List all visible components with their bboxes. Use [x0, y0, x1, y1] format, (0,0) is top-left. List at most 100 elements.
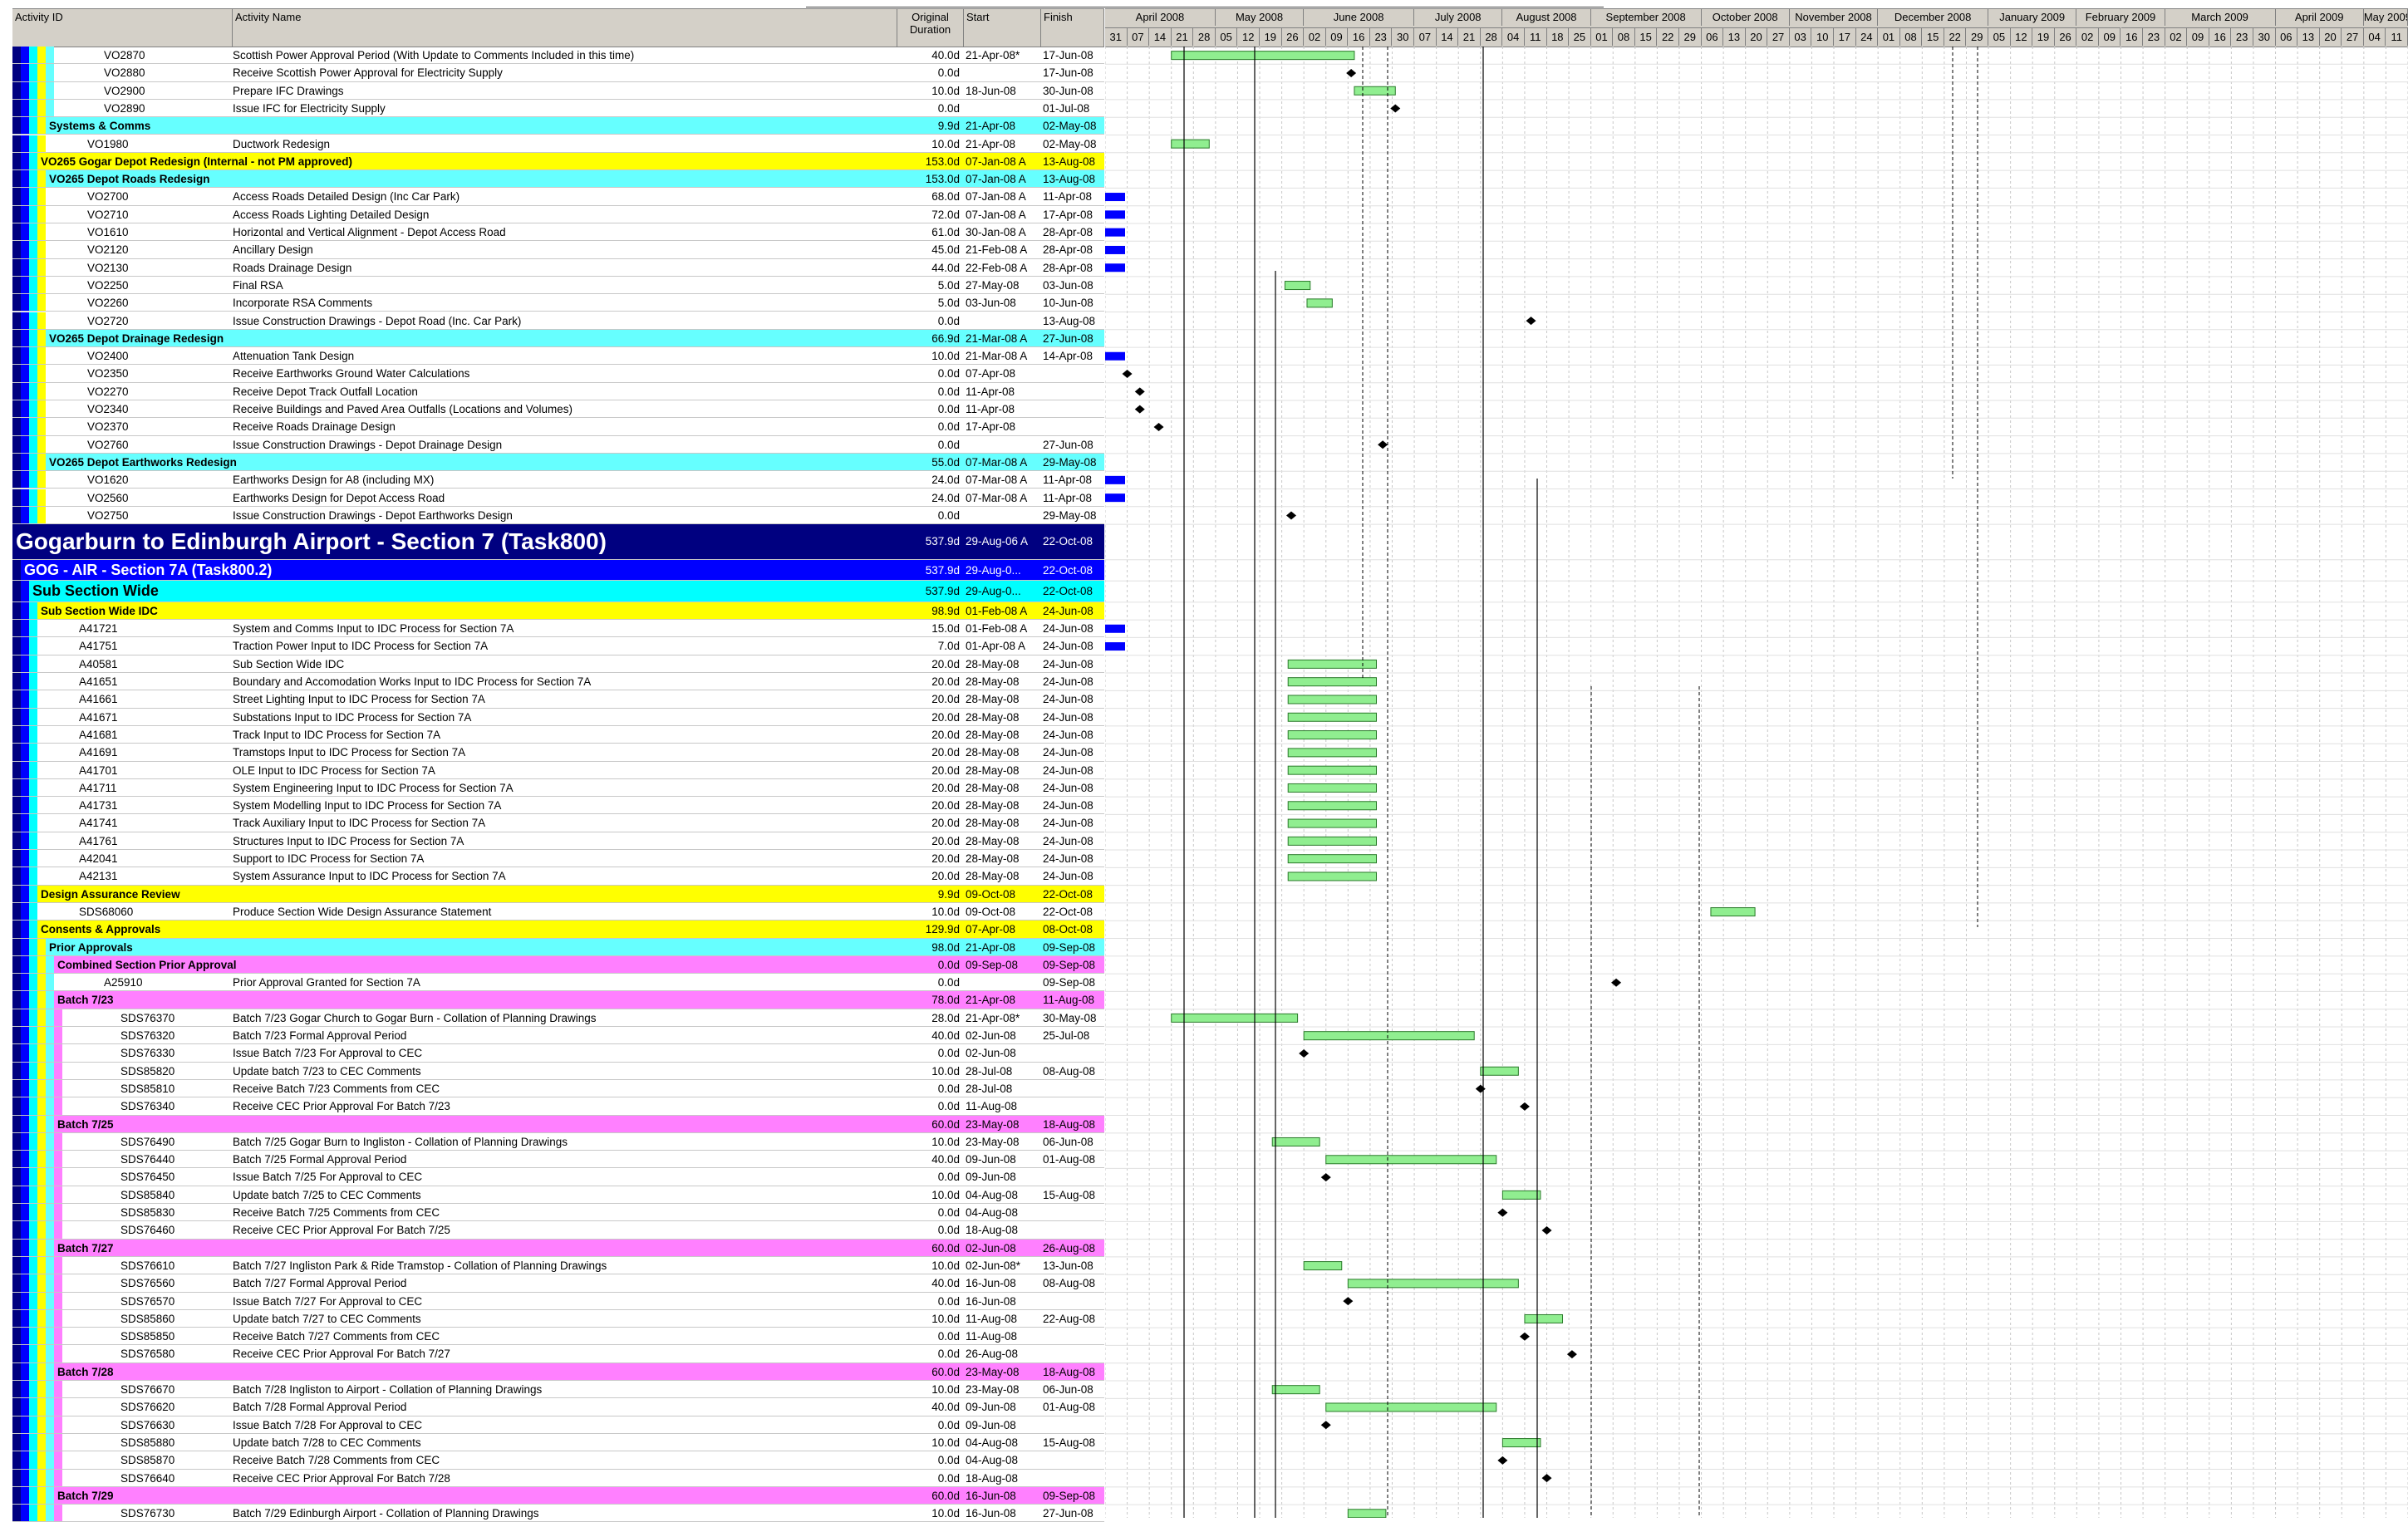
activity-row[interactable]: SDS76460 Receive CEC Prior Approval For B… [12, 1221, 1104, 1240]
activity-row[interactable]: SDS76630 Issue Batch 7/28 For Approval to… [12, 1416, 1104, 1434]
wbs-group-row[interactable]: Sub Section Wide IDC 98.9d 01-Feb-08 A 24-J… [12, 601, 1104, 621]
wbs-group-row[interactable]: VO265 Depot Roads Redesign 153.0d 07-Jan-0… [12, 170, 1104, 189]
activity-row[interactable]: VO2560 Earthworks Design for Depot Access… [12, 489, 1104, 507]
activity-row[interactable]: VO1620 Earthworks Design for A8 (includin… [12, 471, 1104, 489]
wbs-band [21, 581, 29, 601]
activity-id: SDS76570 [120, 1294, 175, 1308]
timeline-week: 23 [2231, 27, 2253, 46]
activity-row[interactable]: VO1610 Horizontal and Vertical Alignment … [12, 223, 1104, 242]
activity-row[interactable]: SDS76330 Issue Batch 7/23 For Approval to… [12, 1044, 1104, 1063]
activity-id: VO2130 [87, 261, 129, 274]
activity-row[interactable]: SDS76570 Issue Batch 7/27 For Approval to… [12, 1292, 1104, 1310]
wbs-group-row[interactable]: Combined Section Prior Approval 0.0d 09-Se… [12, 955, 1104, 975]
activity-row[interactable]: VO2700 Access Roads Detailed Design (Inc … [12, 188, 1104, 206]
activity-duration: 537.9d [925, 585, 960, 598]
activity-row[interactable]: A41751 Traction Power Input to IDC Proces… [12, 637, 1104, 655]
activity-row[interactable]: A41681 Track Input to IDC Process for Sec… [12, 725, 1104, 744]
activity-row[interactable]: SDS85860 Update batch 7/27 to CEC Comment… [12, 1309, 1104, 1328]
activity-row[interactable]: VO2880 Receive Scottish Power Approval fo… [12, 64, 1104, 82]
activity-row[interactable]: SDS76370 Batch 7/23 Gogar Church to Gogar… [12, 1009, 1104, 1028]
activity-row[interactable]: A41671 Substations Input to IDC Process f… [12, 708, 1104, 726]
activity-row[interactable]: VO2250 Final RSA 5.0d 27-May-08 03-Jun-08 [12, 276, 1104, 295]
activity-row[interactable]: A40581 Sub Section Wide IDC 20.0d 28-May-08… [12, 655, 1104, 674]
activity-id: A25910 [104, 976, 143, 989]
activity-row[interactable]: VO2900 Prepare IFC Drawings 10.0d 18-Jun-08… [12, 81, 1104, 100]
wbs-group-row[interactable]: Batch 7/27 60.0d 02-Jun-08 26-Aug-08 [12, 1239, 1104, 1257]
activity-row[interactable]: SDS76320 Batch 7/23 Formal Approval Perio… [12, 1027, 1104, 1045]
wbs-group-row[interactable]: Systems & Comms 9.9d 21-Apr-08 02-May-08 [12, 117, 1104, 135]
activity-row[interactable]: SDS85880 Update batch 7/28 to CEC Comment… [12, 1433, 1104, 1452]
activity-row[interactable]: VO1980 Ductwork Redesign 10.0d 21-Apr-08 02-… [12, 135, 1104, 153]
activity-row[interactable]: A41661 Street Lighting Input to IDC Proce… [12, 690, 1104, 709]
wbs-group-row[interactable]: Prior Approvals 98.0d 21-Apr-08 09-Sep-08 [12, 938, 1104, 956]
activity-row[interactable]: SDS76440 Batch 7/25 Formal Approval Perio… [12, 1151, 1104, 1169]
activity-row[interactable]: A25910 Prior Approval Granted for Section… [12, 974, 1104, 992]
activity-row[interactable]: A42131 System Assurance Input to IDC Proc… [12, 867, 1104, 886]
activity-row[interactable]: SDS76670 Batch 7/28 Ingliston to Airport … [12, 1381, 1104, 1399]
activity-row[interactable]: VO2130 Roads Drainage Design 44.0d 22-Feb-0… [12, 258, 1104, 277]
activity-row[interactable]: A41741 Track Auxiliary Input to IDC Proce… [12, 814, 1104, 832]
activity-row[interactable]: VO2720 Issue Construction Drawings - Depo… [12, 312, 1104, 330]
activity-row[interactable]: VO2760 Issue Construction Drawings - Depo… [12, 435, 1104, 454]
wbs-band [37, 1115, 46, 1132]
activity-row[interactable]: VO2120 Ancillary Design 45.0d 21-Feb-08 A 28… [12, 241, 1104, 259]
activity-row[interactable]: VO2750 Issue Construction Drawings - Depo… [12, 506, 1104, 525]
activity-finish: 13-Aug-08 [1043, 173, 1096, 186]
activity-row[interactable]: VO2370 Receive Roads Drainage Design 0.0d 1… [12, 418, 1104, 436]
wbs-band [21, 81, 29, 99]
activity-row[interactable]: A42041 Support to IDC Process for Section… [12, 850, 1104, 868]
activity-row[interactable]: A41731 System Modelling Input to IDC Proc… [12, 797, 1104, 815]
activity-row[interactable]: SDS85850 Receive Batch 7/27 Comments from… [12, 1328, 1104, 1346]
activity-row[interactable]: SDS85840 Update batch 7/25 to CEC Comment… [12, 1186, 1104, 1205]
activity-row[interactable]: VO2400 Attenuation Tank Design 10.0d 21-Mar… [12, 347, 1104, 366]
activity-row[interactable]: SDS76730 Batch 7/29 Edinburgh Airport - C… [12, 1505, 1104, 1522]
wbs-group-row[interactable]: Batch 7/25 60.0d 23-May-08 18-Aug-08 [12, 1115, 1104, 1133]
activity-row[interactable]: VO2340 Receive Buildings and Paved Area O… [12, 400, 1104, 419]
activity-row[interactable]: SDS68060 Produce Section Wide Design Assu… [12, 902, 1104, 921]
col-header-original-duration[interactable]: Original Duration [897, 9, 964, 47]
activity-row[interactable]: A41721 System and Comms Input to IDC Proc… [12, 620, 1104, 638]
activity-row[interactable]: SDS85820 Update batch 7/23 to CEC Comment… [12, 1062, 1104, 1080]
wbs-group-row[interactable]: Batch 7/28 60.0d 23-May-08 18-Aug-08 [12, 1362, 1104, 1382]
activity-name: Batch 7/28 Formal Approval Period [233, 1401, 407, 1414]
activity-row[interactable]: SDS76640 Receive CEC Prior Approval For B… [12, 1469, 1104, 1487]
activity-row[interactable]: SDS76340 Receive CEC Prior Approval For B… [12, 1097, 1104, 1116]
col-header-activity-name[interactable]: Activity Name [233, 9, 897, 47]
activity-row[interactable]: VO2270 Receive Depot Track Outfall Locati… [12, 382, 1104, 400]
activity-row[interactable]: A41651 Boundary and Accomodation Works In… [12, 673, 1104, 691]
wbs-group-row[interactable]: Design Assurance Review 9.9d 09-Oct-08 22-O… [12, 885, 1104, 903]
activity-row[interactable]: SDS85830 Receive Batch 7/25 Comments from… [12, 1204, 1104, 1222]
activity-row[interactable]: SDS76620 Batch 7/28 Formal Approval Perio… [12, 1398, 1104, 1416]
wbs-group-row[interactable]: Consents & Approvals 129.9d 07-Apr-08 08-Oc… [12, 921, 1104, 939]
activity-row[interactable]: VO2890 Issue IFC for Electricity Supply 0.… [12, 99, 1104, 118]
activity-row[interactable]: VO2260 Incorporate RSA Comments 5.0d 03-Jun… [12, 294, 1104, 312]
wbs-group-row[interactable]: Batch 7/23 78.0d 21-Apr-08 11-Aug-08 [12, 991, 1104, 1009]
activity-row[interactable]: SDS76580 Receive CEC Prior Approval For B… [12, 1345, 1104, 1363]
activity-row[interactable]: VO2870 Scottish Power Approval Period (Wi… [12, 47, 1104, 65]
activity-row[interactable]: SDS76490 Batch 7/25 Gogar Burn to Inglist… [12, 1132, 1104, 1151]
activity-row[interactable]: A41711 System Engineering Input to IDC Pr… [12, 778, 1104, 798]
activity-row[interactable]: SDS85810 Receive Batch 7/23 Comments from… [12, 1079, 1104, 1098]
wbs-group-row[interactable]: Gogarburn to Edinburgh Airport - Section… [12, 524, 1104, 560]
wbs-band [37, 99, 46, 117]
wbs-group-row[interactable]: VO265 Depot Drainage Redesign 66.9d 21-Mar… [12, 329, 1104, 348]
wbs-group-row[interactable]: Batch 7/29 60.0d 16-Jun-08 09-Sep-08 [12, 1486, 1104, 1505]
wbs-group-row[interactable]: VO265 Depot Earthworks Redesign 55.0d 07-M… [12, 453, 1104, 472]
activity-row[interactable]: VO2710 Access Roads Lighting Detailed Des… [12, 205, 1104, 223]
activity-row[interactable]: SDS76560 Batch 7/27 Formal Approval Perio… [12, 1274, 1104, 1293]
col-header-activity-id[interactable]: Activity ID [12, 9, 233, 47]
wbs-group-row[interactable]: GOG - AIR - Section 7A (Task800.2) 537.9d… [12, 559, 1104, 582]
wbs-group-row[interactable]: VO265 Gogar Depot Redesign (Internal - n… [12, 152, 1104, 171]
activity-row[interactable]: A41691 Tramstops Input to IDC Process for… [12, 744, 1104, 762]
activity-row[interactable]: SDS76450 Issue Batch 7/25 For Approval to… [12, 1168, 1104, 1186]
activity-id: SDS76450 [120, 1171, 175, 1184]
activity-row[interactable]: A41701 OLE Input to IDC Process for Secti… [12, 761, 1104, 779]
activity-row[interactable]: VO2350 Receive Earthworks Ground Water Ca… [12, 365, 1104, 383]
col-header-start[interactable]: Start [964, 9, 1041, 47]
activity-row[interactable]: SDS85870 Receive Batch 7/28 Comments from… [12, 1451, 1104, 1470]
wbs-group-row[interactable]: Sub Section Wide 537.9d 29-Aug-0... 22-Oct-… [12, 581, 1104, 602]
activity-row[interactable]: SDS76610 Batch 7/27 Ingliston Park & Ride… [12, 1256, 1104, 1275]
timeline-week: 02 [2076, 27, 2099, 46]
col-header-finish[interactable]: Finish [1041, 9, 1104, 47]
activity-row[interactable]: A41761 Structures Input to IDC Process fo… [12, 832, 1104, 851]
